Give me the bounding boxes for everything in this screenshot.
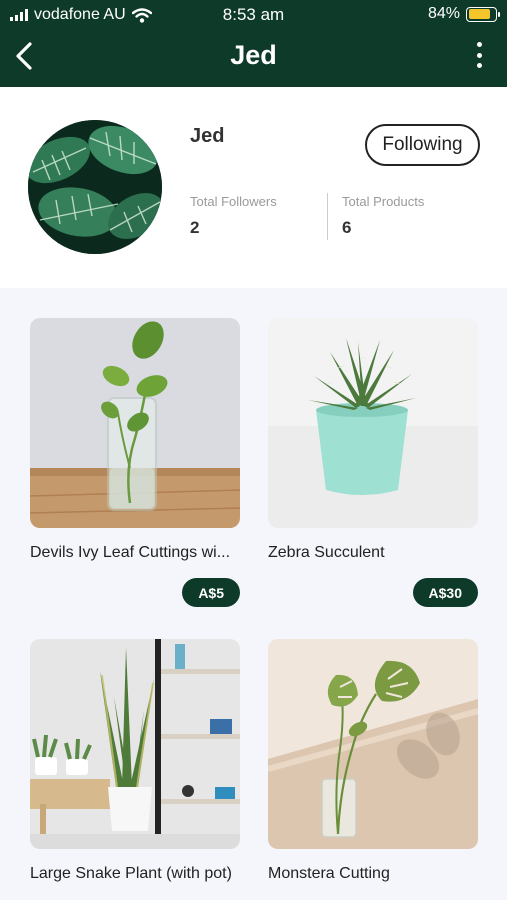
product-image (268, 639, 478, 849)
product-title: Large Snake Plant (with pot) (30, 865, 232, 882)
stat-value: 2 (190, 218, 200, 237)
leaf-pattern-image (28, 120, 162, 254)
price-badge: A$5 (182, 578, 240, 607)
product-image (30, 318, 240, 528)
stat-divider (327, 193, 328, 240)
product-card[interactable]: Devils Ivy Leaf Cuttings wi... A$5 (30, 318, 240, 607)
product-title: Devils Ivy Leaf Cuttings wi... (30, 544, 231, 561)
product-image (268, 318, 478, 528)
stat-followers[interactable]: Total Followers 2 (190, 194, 277, 238)
product-card[interactable]: Large Snake Plant (with pot) (30, 639, 240, 882)
stat-value: 6 (342, 218, 352, 237)
product-image (30, 639, 240, 849)
avatar[interactable] (28, 120, 162, 254)
more-vertical-icon[interactable] (475, 42, 483, 68)
app-header: vodafone AU 8:53 am 84% Jed (0, 0, 507, 87)
profile-name: Jed (190, 125, 225, 147)
product-title: Zebra Succulent (268, 544, 385, 561)
price-badge: A$30 (412, 578, 478, 607)
stat-label: Total Products (342, 194, 425, 209)
page-title: Jed (230, 40, 277, 70)
status-right: 84% (427, 5, 500, 23)
following-button[interactable]: Following (365, 124, 480, 166)
monstera-cutting-photo (268, 639, 478, 849)
product-card[interactable]: Monstera Cutting (268, 639, 478, 882)
profile-section: Jed Following Total Followers 2 Total Pr… (0, 87, 507, 288)
stat-label: Total Followers (190, 194, 277, 209)
devils-ivy-photo (30, 318, 240, 528)
zebra-succulent-photo (268, 318, 478, 528)
product-title: Monstera Cutting (268, 865, 390, 882)
battery-icon (466, 6, 500, 22)
product-card[interactable]: Zebra Succulent A$30 (268, 318, 478, 607)
snake-plant-photo (30, 639, 240, 849)
stat-products[interactable]: Total Products 6 (342, 194, 424, 238)
battery-percent: 84% (427, 5, 460, 22)
status-bar: vodafone AU 8:53 am 84% (0, 0, 507, 30)
